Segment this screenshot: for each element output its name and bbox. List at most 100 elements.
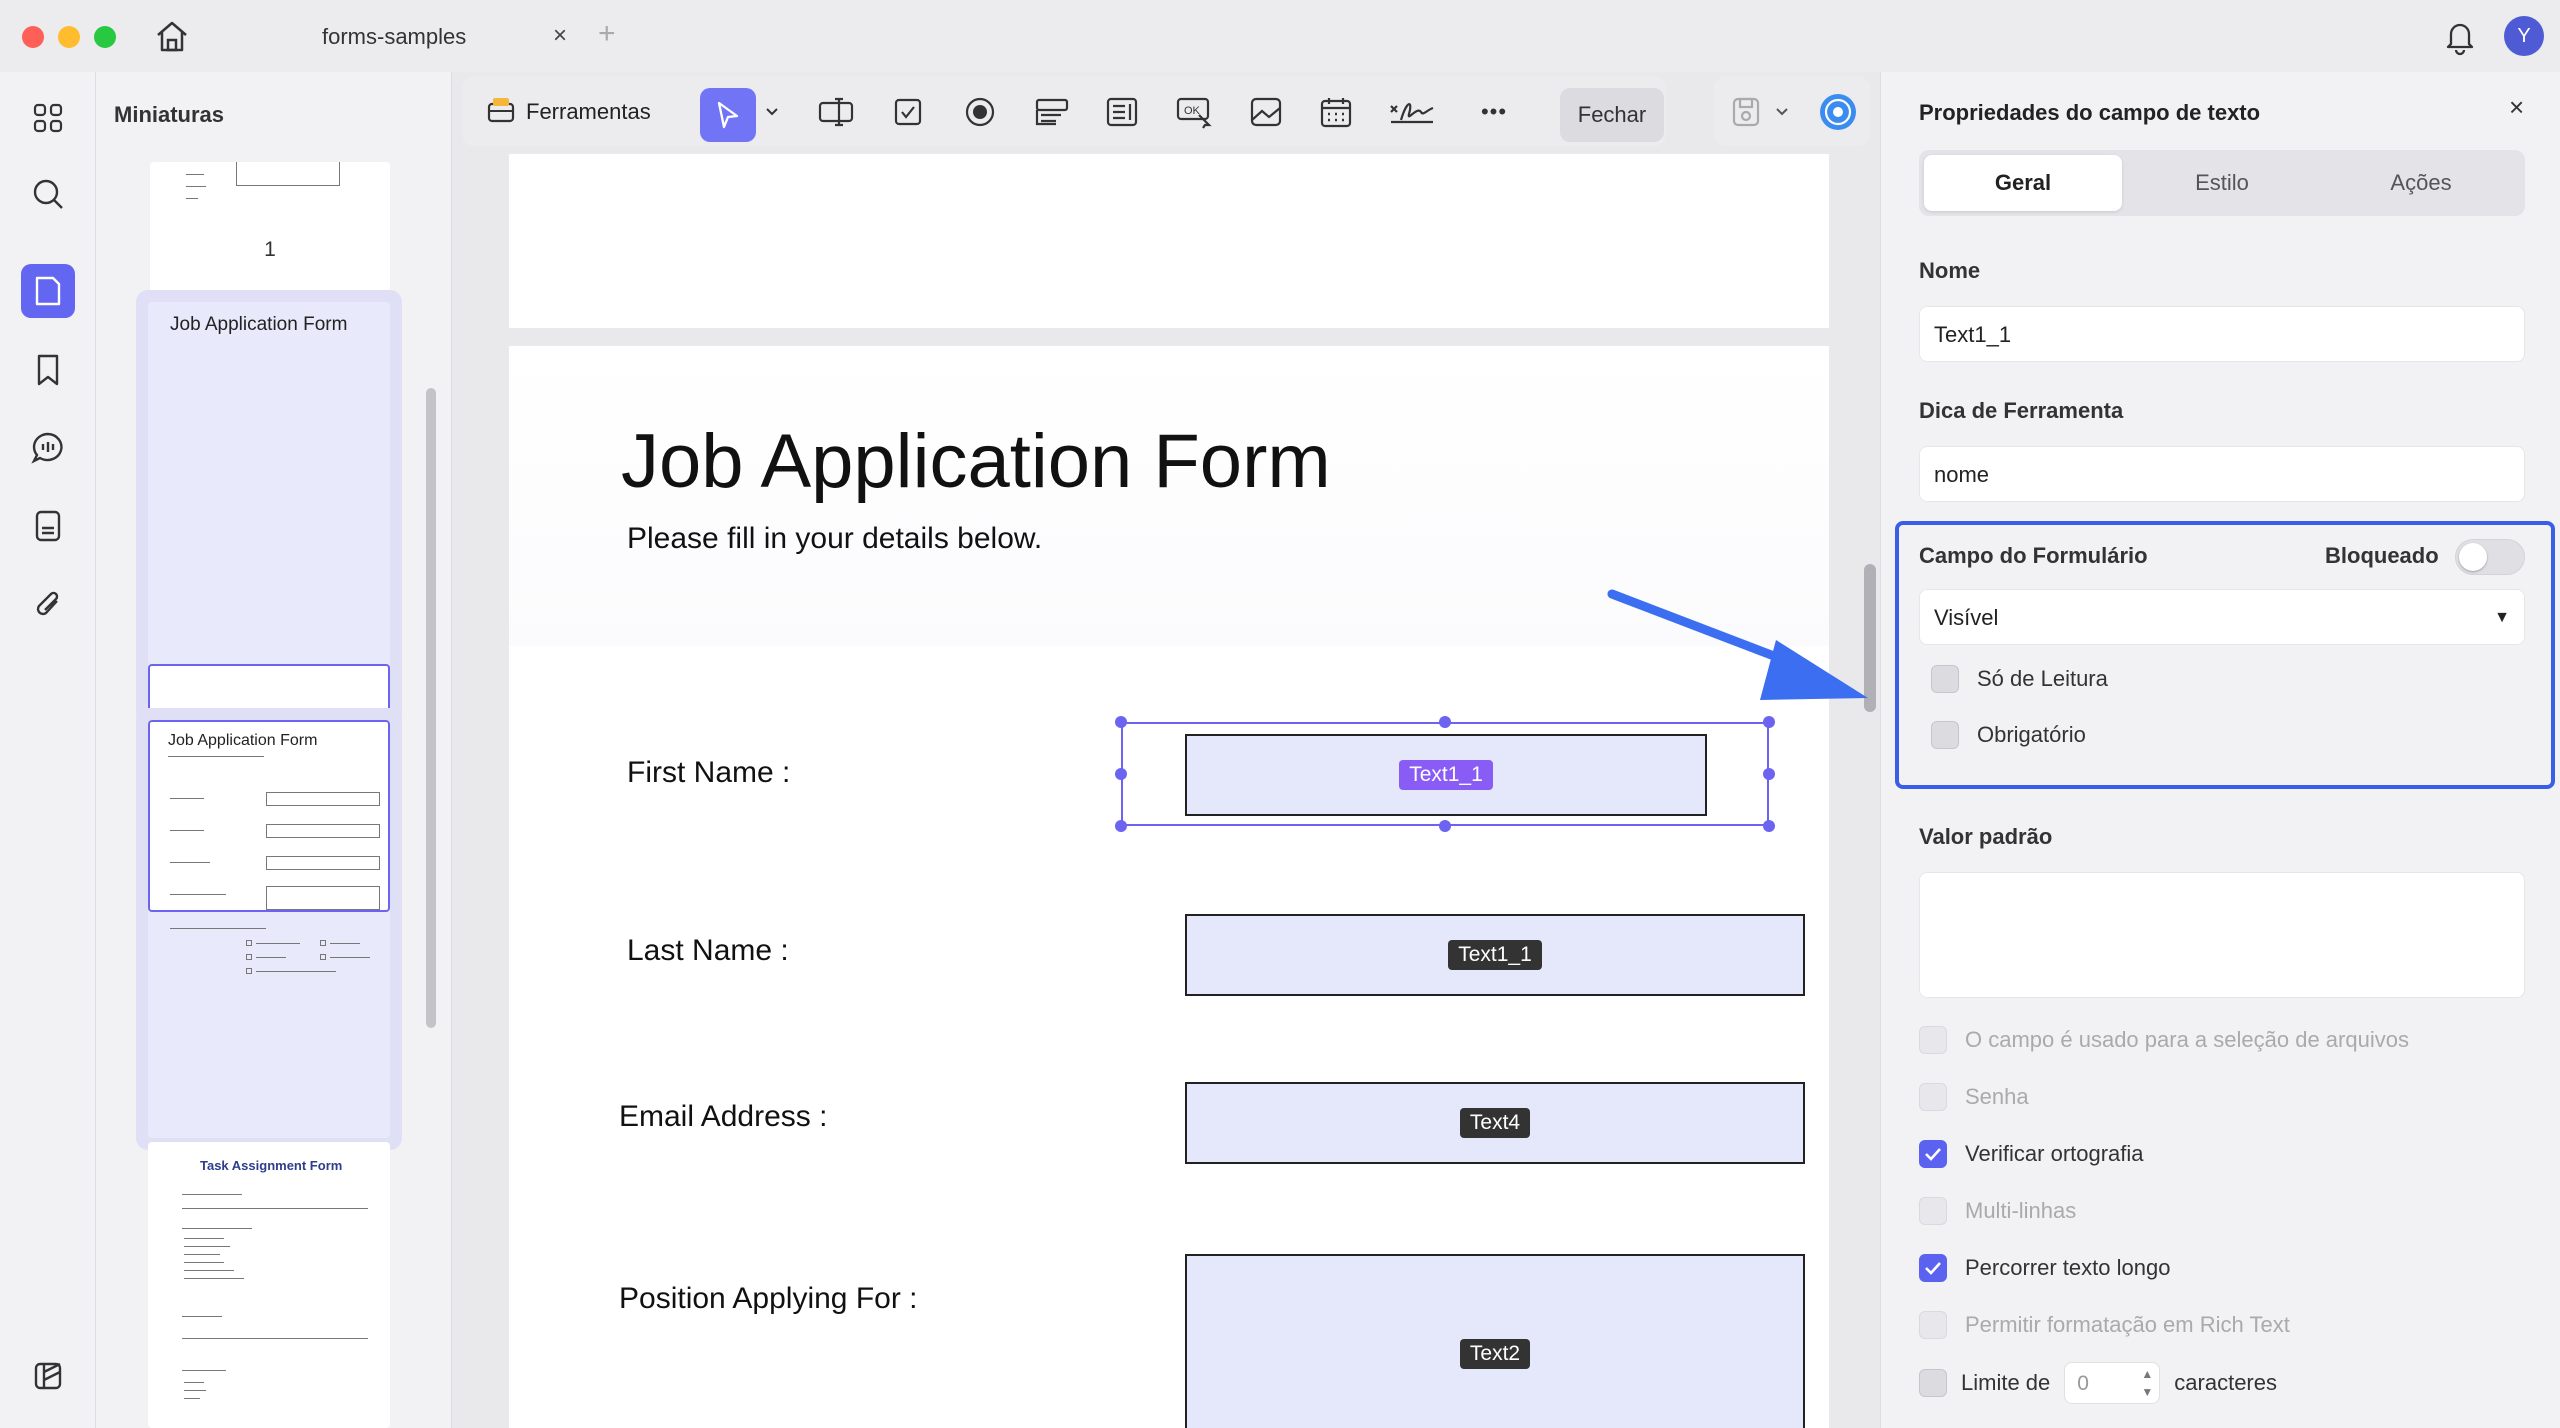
avatar[interactable]: Y [2504,16,2544,56]
ai-assistant-icon[interactable] [1816,90,1860,134]
thumbnail-heading: Job Application Form [170,314,348,335]
multiline-option[interactable]: Multi-linhas [1919,1197,2076,1225]
tab-general[interactable]: Geral [1924,155,2122,211]
chevron-down-icon[interactable] [1770,90,1794,134]
required-option[interactable]: Obrigatório [1931,721,2086,749]
properties-title: Propriedades do campo de texto [1919,100,2261,125]
text-field-tool-icon[interactable] [814,90,858,134]
svg-text:OK: OK [1184,105,1201,117]
thumbnail-heading: Job Application Form [168,732,318,749]
thumbnail-page-1[interactable] [150,162,390,292]
tools-button[interactable]: Ferramentas [486,88,651,136]
thumbnail-page-4[interactable]: Task Assignment Form [148,1142,390,1428]
field-tag: Text4 [1459,1108,1531,1138]
thumbnails-title: Miniaturas [114,102,225,127]
combo-box-tool-icon[interactable] [1030,90,1074,134]
multiline-checkbox[interactable] [1919,1197,1947,1225]
thumbnail-page-3[interactable]: Job Application Form [148,720,390,1138]
field-tag: Text1_1 [1399,760,1493,790]
document-canvas[interactable]: Job Application Form Please fill in your… [452,154,1880,1428]
document-info-icon[interactable] [26,504,70,548]
email-field[interactable]: Text4 [1185,1082,1805,1164]
default-value-input[interactable] [1919,872,2525,998]
char-limit-input[interactable]: 0 ▲ ▼ [2064,1362,2161,1404]
char-limit-checkbox[interactable] [1919,1369,1947,1397]
apps-grid-icon[interactable] [26,96,70,140]
name-input[interactable]: Text1_1 [1919,306,2525,362]
locked-label: Bloqueado [2325,543,2439,568]
close-window-button[interactable] [22,26,44,48]
char-limit-option[interactable]: Limite de 0 ▲ ▼ caracteres [1919,1362,2277,1404]
last-name-label: Last Name : [627,934,789,967]
rich-text-checkbox[interactable] [1919,1311,1947,1339]
readonly-checkbox[interactable] [1931,665,1959,693]
locked-toggle[interactable] [2455,539,2525,575]
image-field-tool-icon[interactable] [1244,90,1288,134]
bookmark-icon[interactable] [26,348,70,392]
thumbnails-panel: Miniaturas 1 Job Application Form 2 Job … [96,72,452,1428]
required-checkbox[interactable] [1931,721,1959,749]
list-box-tool-icon[interactable] [1100,90,1144,134]
resize-handle[interactable] [1115,820,1127,832]
search-icon[interactable] [26,172,70,216]
resize-handle[interactable] [1115,716,1127,728]
resize-handle[interactable] [1439,716,1451,728]
tooltip-label: Dica de Ferramenta [1919,398,2124,423]
minimize-window-button[interactable] [58,26,80,48]
comments-icon[interactable] [26,426,70,470]
resize-handle[interactable] [1763,768,1775,780]
document-tab[interactable]: forms-samples × [250,10,580,62]
signature-icon[interactable] [1384,90,1440,134]
option-label: Percorrer texto longo [1965,1255,2171,1280]
first-name-field[interactable]: Text1_1 [1185,734,1707,816]
tab-close-icon[interactable]: × [546,22,574,50]
password-option[interactable]: Senha [1919,1083,2029,1111]
attachment-icon[interactable] [26,582,70,626]
chevron-down-icon[interactable] [760,90,784,134]
resize-handle[interactable] [1115,768,1127,780]
readonly-option[interactable]: Só de Leitura [1931,665,2108,693]
resize-handle[interactable] [1439,820,1451,832]
form-field-label: Campo do Formulário [1919,543,2148,568]
toolbox-icon [486,94,516,130]
form-tools-group: Ferramentas OK ••• Fechar [462,76,1666,146]
save-icon[interactable] [1724,90,1768,134]
tab-style[interactable]: Estilo [2123,155,2321,211]
thumbnails-icon[interactable] [21,264,75,318]
more-icon[interactable]: ••• [1472,90,1516,134]
close-icon[interactable]: × [2509,92,2524,123]
spellcheck-checkbox[interactable] [1919,1140,1947,1168]
new-tab-button[interactable]: + [598,16,616,52]
resize-handle[interactable] [1763,820,1775,832]
last-name-field[interactable]: Text1_1 [1185,914,1805,996]
toolbar: Ferramentas OK ••• Fechar [452,72,1880,154]
thumbnails-scrollbar[interactable] [426,388,436,1028]
scroll-long-text-option[interactable]: Percorrer texto longo [1919,1254,2170,1282]
button-tool-icon[interactable]: OK [1172,90,1216,134]
tab-actions[interactable]: Ações [2322,155,2520,211]
layers-icon[interactable] [26,1354,70,1398]
field-tag: Text1_1 [1448,940,1542,970]
password-checkbox[interactable] [1919,1083,1947,1111]
left-rail [0,72,96,1428]
file-select-checkbox[interactable] [1919,1026,1947,1054]
visibility-select[interactable]: Visível ▼ [1919,589,2525,645]
select-tool-button[interactable] [700,88,756,142]
home-icon[interactable] [152,18,192,54]
spellcheck-option[interactable]: Verificar ortografia [1919,1140,2144,1168]
scroll-long-text-checkbox[interactable] [1919,1254,1947,1282]
document-title: Job Application Form [621,419,1331,504]
zoom-window-button[interactable] [94,26,116,48]
thumbnail-page-2[interactable]: Job Application Form [148,302,390,714]
close-form-mode-button[interactable]: Fechar [1560,88,1664,142]
position-field[interactable]: Text2 [1185,1254,1805,1428]
checkbox-tool-icon[interactable] [886,90,930,134]
bell-icon[interactable] [2440,16,2480,56]
file-select-option[interactable]: O campo é usado para a seleção de arquiv… [1919,1026,2409,1054]
field-tag: Text2 [1459,1339,1531,1369]
rich-text-option[interactable]: Permitir formatação em Rich Text [1919,1311,2290,1339]
tooltip-input[interactable]: nome [1919,446,2525,502]
calendar-icon[interactable] [1314,90,1358,134]
stepper-icon[interactable]: ▲ ▼ [2141,1365,2153,1401]
radio-button-tool-icon[interactable] [958,90,1002,134]
